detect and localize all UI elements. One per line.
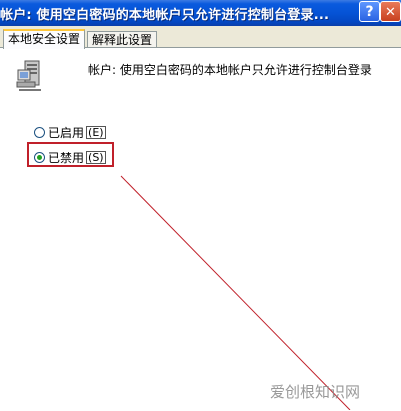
annotation-line: [120, 175, 351, 410]
watermark: 爱创根知识网: [270, 383, 361, 401]
tab-local-security-setting[interactable]: 本地安全设置: [3, 29, 86, 49]
